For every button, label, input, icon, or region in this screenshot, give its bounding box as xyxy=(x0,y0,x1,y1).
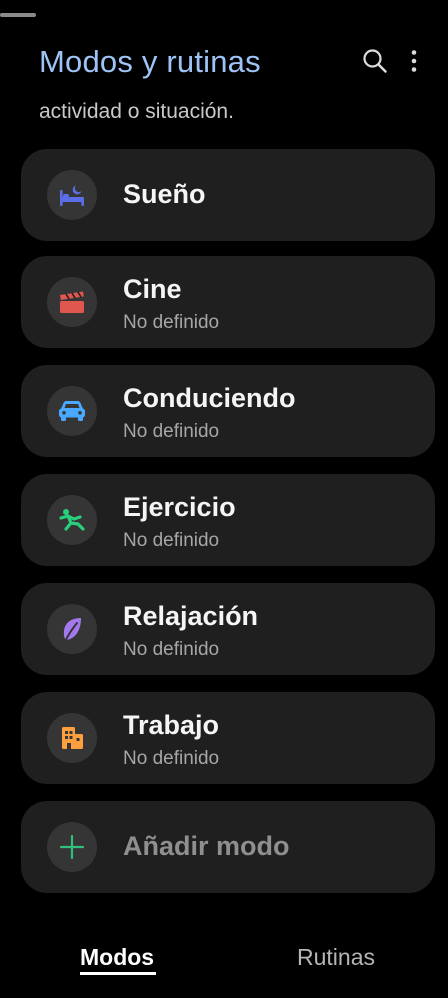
mode-icon-container xyxy=(47,713,97,763)
car-icon xyxy=(59,401,85,421)
running-icon xyxy=(59,509,85,531)
mode-card-trabajo[interactable]: Trabajo No definido xyxy=(21,692,435,784)
mode-label: Relajación xyxy=(123,601,259,631)
mode-status: No definido xyxy=(123,748,220,769)
mode-icon-container xyxy=(47,822,97,872)
page-description: actividad o situación. xyxy=(39,100,234,123)
more-options-button[interactable] xyxy=(402,46,426,76)
tab-modos[interactable]: Modos xyxy=(80,944,154,971)
mode-label: Ejercicio xyxy=(123,492,236,522)
leaf-icon xyxy=(63,618,81,641)
mode-icon-container xyxy=(47,495,97,545)
search-icon xyxy=(363,49,387,73)
mode-status: No definido xyxy=(123,530,220,551)
add-mode-button[interactable]: Añadir modo xyxy=(21,801,435,893)
tab-rutinas[interactable]: Rutinas xyxy=(297,944,375,971)
mode-status: No definido xyxy=(123,312,220,333)
mode-card-cine[interactable]: Cine No definido xyxy=(21,256,435,348)
mode-card-conduciendo[interactable]: Conduciendo No definido xyxy=(21,365,435,457)
clapperboard-icon xyxy=(60,291,84,313)
active-tab-indicator xyxy=(80,972,156,975)
building-icon xyxy=(62,727,83,749)
more-vert-icon xyxy=(411,50,417,72)
mode-status: No definido xyxy=(123,421,220,442)
mode-card-ejercicio[interactable]: Ejercicio No definido xyxy=(21,474,435,566)
mode-label: Cine xyxy=(123,274,182,304)
mode-card-sueno[interactable]: Sueño xyxy=(21,149,435,241)
plus-icon xyxy=(59,834,85,860)
app-header: Modos y rutinas xyxy=(39,40,426,90)
bottom-navigation: Modos Rutinas xyxy=(0,930,448,990)
mode-icon-container xyxy=(47,277,97,327)
search-button[interactable] xyxy=(360,46,390,76)
mode-label: Sueño xyxy=(123,179,206,209)
mode-label: Conduciendo xyxy=(123,383,296,413)
mode-status: No definido xyxy=(123,639,220,660)
mode-icon-container xyxy=(47,604,97,654)
mode-icon-container xyxy=(47,386,97,436)
bed-icon xyxy=(60,185,84,206)
drag-indicator[interactable] xyxy=(0,13,36,17)
page-title: Modos y rutinas xyxy=(39,44,261,79)
mode-label: Trabajo xyxy=(123,710,220,740)
mode-icon-container xyxy=(47,170,97,220)
add-mode-label: Añadir modo xyxy=(123,831,290,861)
mode-card-relajacion[interactable]: Relajación No definido xyxy=(21,583,435,675)
